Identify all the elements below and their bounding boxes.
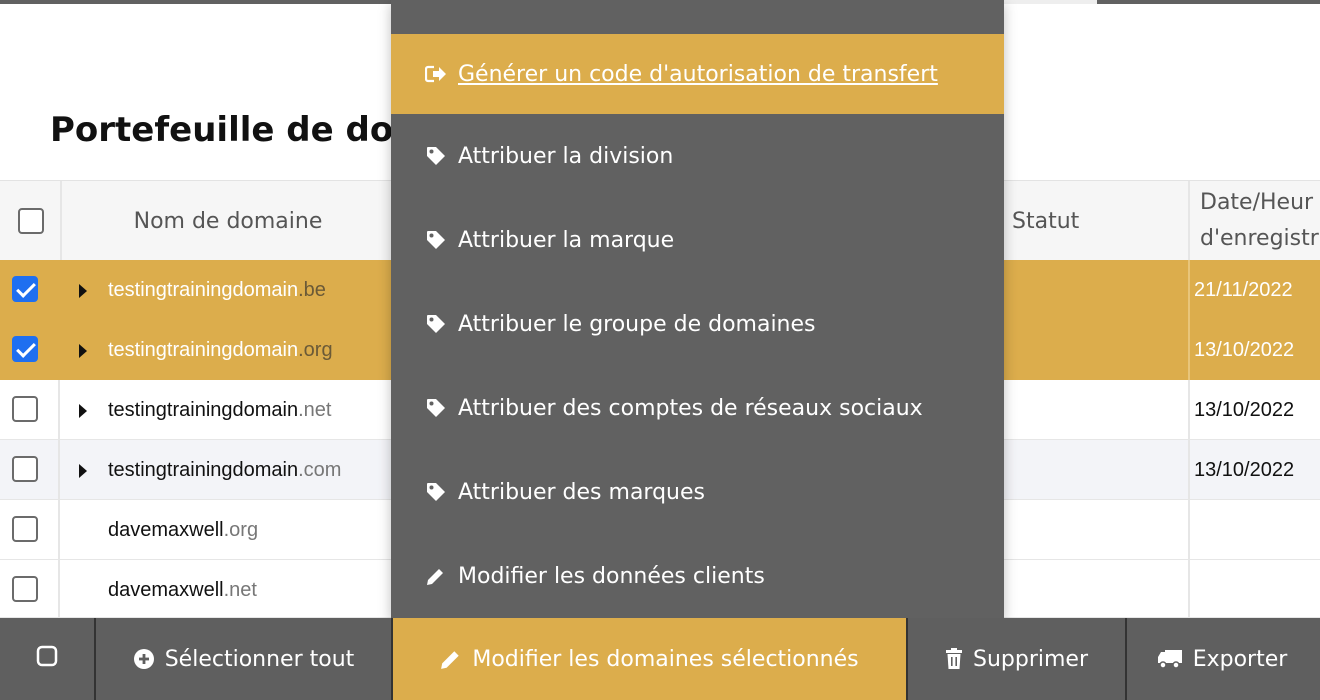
domain-name[interactable]: testingtrainingdomain.be <box>108 260 326 320</box>
menu-item-label: Attribuer la division <box>458 143 674 169</box>
domain-base: testingtrainingdomain <box>108 399 299 421</box>
row-checkbox[interactable] <box>12 396 38 422</box>
square-icon <box>36 645 58 673</box>
column-divider <box>58 560 60 620</box>
expand-caret-icon[interactable] <box>79 344 87 358</box>
trash-icon <box>945 648 963 670</box>
domain-tld: .net <box>298 399 332 421</box>
tag-icon <box>425 482 447 502</box>
tag-icon <box>425 230 447 250</box>
menu-item-edit-client-data[interactable]: Modifier les données clients <box>391 536 1004 616</box>
column-divider <box>1188 380 1190 440</box>
tag-icon <box>425 314 447 334</box>
select-all-checkbox[interactable] <box>18 208 44 234</box>
column-divider <box>1188 560 1190 620</box>
menu-item-label: Modifier les données clients <box>458 563 765 589</box>
select-all-button[interactable]: Sélectionner tout <box>96 618 393 700</box>
top-bar-right <box>1097 0 1320 4</box>
edit-actions-menu: Générer un code d'autorisation de transf… <box>391 0 1004 618</box>
registration-date: 21/11/2022 <box>1194 279 1293 301</box>
row-checkbox[interactable] <box>12 336 38 362</box>
truck-icon <box>1157 649 1183 669</box>
column-header-status[interactable]: Statut <box>1012 181 1079 261</box>
column-header-date[interactable]: Date/Heur d'enregistr <box>1188 181 1320 261</box>
export-button[interactable]: Exporter <box>1127 618 1317 700</box>
domain-base: testingtrainingdomain <box>108 339 299 361</box>
domain-base: davemaxwell <box>108 579 224 601</box>
menu-item-assign-brand[interactable]: Attribuer la marque <box>391 200 1004 280</box>
domain-name[interactable]: davemaxwell.net <box>108 560 257 620</box>
menu-item-label: Attribuer la marque <box>458 227 675 253</box>
domain-tld: .net <box>223 579 257 601</box>
edit-selected-domains-button[interactable]: Modifier les domaines sélectionnés <box>393 618 908 700</box>
domain-tld: .org <box>298 339 333 361</box>
expand-caret-icon[interactable] <box>79 284 87 298</box>
menu-item-label: Attribuer le groupe de domaines <box>458 311 816 337</box>
column-divider <box>58 380 60 440</box>
domain-name[interactable]: testingtrainingdomain.org <box>108 320 333 380</box>
domain-tld: .com <box>298 459 342 481</box>
menu-item-assign-domain-group[interactable]: Attribuer le groupe de domaines <box>391 284 1004 364</box>
select-all-label: Sélectionner tout <box>164 646 355 672</box>
column-divider <box>1188 440 1190 500</box>
plus-circle-icon <box>133 648 155 670</box>
row-checkbox[interactable] <box>12 576 38 602</box>
pencil-icon <box>425 566 447 586</box>
expand-caret-icon[interactable] <box>79 464 87 478</box>
column-divider <box>58 440 60 500</box>
sign-out-icon <box>425 65 447 83</box>
registration-date: 13/10/2022 <box>1194 339 1295 361</box>
edit-selected-label: Modifier les domaines sélectionnés <box>472 646 859 672</box>
menu-item-assign-division[interactable]: Attribuer la division <box>391 116 1004 196</box>
menu-item-assign-brands[interactable]: Attribuer des marques <box>391 452 1004 532</box>
domain-name[interactable]: testingtrainingdomain.net <box>108 380 331 440</box>
domain-name[interactable]: testingtrainingdomain.com <box>108 440 341 500</box>
registration-date: 13/10/2022 <box>1194 459 1295 481</box>
menu-item-label: Attribuer des marques <box>458 479 705 505</box>
column-divider <box>1188 320 1190 380</box>
row-checkbox[interactable] <box>12 456 38 482</box>
top-bar-left <box>0 0 391 4</box>
menu-item-label: Générer un code d'autorisation de transf… <box>458 61 938 87</box>
pencil-icon <box>440 648 462 670</box>
row-checkbox[interactable] <box>12 516 38 542</box>
delete-button[interactable]: Supprimer <box>908 618 1127 700</box>
toggle-selection-button[interactable] <box>0 618 96 700</box>
domain-tld: .org <box>223 519 259 541</box>
column-divider <box>1188 260 1190 320</box>
page-title: Portefeuille de dom <box>50 110 429 150</box>
domain-base: testingtrainingdomain <box>108 279 299 301</box>
domain-tld: .be <box>298 279 326 301</box>
menu-item-assign-social-accounts[interactable]: Attribuer des comptes de réseaux sociaux <box>391 368 1004 448</box>
row-checkbox[interactable] <box>12 276 38 302</box>
registration-date: 13/10/2022 <box>1194 399 1295 421</box>
tag-icon <box>425 398 447 418</box>
column-header-domain[interactable]: Nom de domaine <box>60 181 394 261</box>
column-divider <box>58 500 60 560</box>
bulk-action-toolbar: Sélectionner tout Modifier les domaines … <box>0 618 1320 700</box>
export-label: Exporter <box>1192 646 1288 672</box>
tag-icon <box>425 146 447 166</box>
column-divider <box>1188 500 1190 560</box>
menu-item-transfer-code[interactable]: Générer un code d'autorisation de transf… <box>391 34 1004 114</box>
menu-item-label: Attribuer des comptes de réseaux sociaux <box>458 395 923 421</box>
delete-label: Supprimer <box>972 646 1088 672</box>
domain-name[interactable]: davemaxwell.org <box>108 500 258 560</box>
top-bar-middle <box>1004 0 1097 4</box>
domain-base: davemaxwell <box>108 519 224 541</box>
expand-caret-icon[interactable] <box>79 404 87 418</box>
domain-base: testingtrainingdomain <box>108 459 299 481</box>
